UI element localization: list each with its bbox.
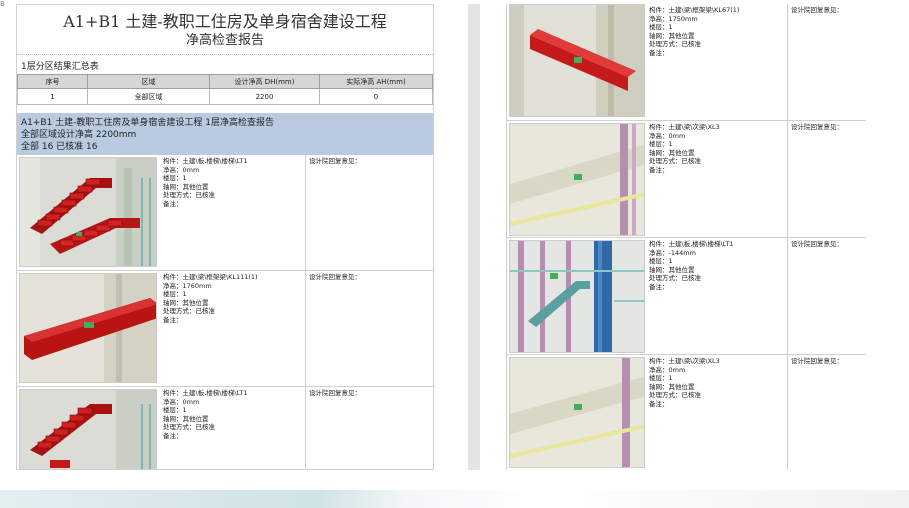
stair-thumbnail[interactable] — [19, 157, 157, 267]
item-method: 处理方式：已核准 — [649, 157, 701, 166]
design-reply: 设计院回复意见： — [791, 123, 843, 131]
column-divider — [305, 387, 306, 469]
item-floor: 楼层：1 — [163, 174, 187, 183]
item-remark: 备注： — [649, 48, 669, 57]
item-details: 构件：土建\梁\框架梁\KL111(1) 净高：1760mm 楼层：1 轴网：其… — [163, 273, 258, 325]
item-component: 构件：土建\板,楼梯\楼梯\LT1 — [649, 240, 734, 248]
item-floor: 楼层：1 — [163, 406, 187, 415]
column-header-region: 区域 — [87, 74, 210, 89]
beam-thumbnail[interactable] — [509, 4, 645, 117]
design-reply: 设计院回复意见： — [791, 357, 843, 365]
item-floor: 楼层：1 — [163, 290, 187, 299]
summary-header-row: 序号 区域 设计净高 DH(mm) 实际净高 AH(mm) — [17, 74, 433, 89]
item-details: 构件：土建\板,楼梯\楼梯\LT1 净高：0mm 楼层：1 轴网：其他位置 处理… — [163, 157, 247, 209]
secondary-beam-thumbnail[interactable] — [509, 123, 645, 236]
item-component: 构件：土建\梁\次梁\XL3 — [649, 123, 720, 131]
column-divider — [787, 4, 788, 120]
item-component: 构件：土建\梁\框架梁\KL67(1) — [649, 6, 740, 14]
design-reply: 设计院回复意见： — [309, 273, 361, 281]
cell-region: 全部区域 — [87, 88, 210, 105]
item-method: 处理方式：已核准 — [163, 307, 215, 316]
item-remark: 备注： — [163, 199, 183, 208]
list-item[interactable]: 构件：土建\板,楼梯\楼梯\LT1 净高：0mm 楼层：1 轴网：其他位置 处理… — [17, 387, 433, 469]
beam-thumbnail[interactable] — [19, 273, 157, 383]
bottom-decorative-strip — [0, 490, 909, 508]
section-count: 全部 16 已核准 16 — [21, 142, 98, 152]
report-title: A1+B1 土建-教职工住房及单身宿舍建设工程 — [63, 12, 387, 31]
item-height: 净高：0mm — [649, 365, 686, 374]
item-details: 构件：土建\梁\次梁\XL3 净高：0mm 楼层：1 轴网：其他位置 处理方式：… — [649, 123, 720, 175]
section-design-height: 全部区域设计净高 2200mm — [21, 130, 137, 140]
column-divider — [305, 155, 306, 270]
design-reply: 设计院回复意见： — [791, 6, 843, 14]
list-item[interactable]: 构件：土建\梁\框架梁\KL67(1) 净高：1750mm 楼层：1 轴网：其他… — [507, 4, 866, 121]
item-component: 构件：土建\板,楼梯\楼梯\LT1 — [163, 389, 248, 397]
design-reply: 设计院回复意见： — [791, 240, 843, 248]
list-item[interactable]: 构件：土建\板,楼梯\楼梯\LT1 净高：-144mm 楼层：1 轴网：其他位置… — [507, 238, 866, 355]
item-floor: 楼层：1 — [649, 23, 673, 32]
table-row: 1 全部区域 2200 0 — [17, 88, 433, 105]
summary-heading: 1层分区结果汇总表 — [21, 62, 99, 72]
design-reply: 设计院回复意见： — [309, 157, 361, 165]
item-height: 净高：-144mm — [649, 248, 696, 257]
page-gutter — [468, 4, 480, 470]
section-title: A1+B1 土建-教职工住房及单身宿舍建设工程 1层净高检查报告 — [21, 118, 275, 128]
item-component: 构件：土建\梁\次梁\XL3 — [649, 357, 720, 365]
item-details: 构件：土建\板,楼梯\楼梯\LT1 净高：0mm 楼层：1 轴网：其他位置 处理… — [163, 389, 247, 441]
corner-marker: B — [0, 0, 5, 8]
item-component: 构件：土建\梁\框架梁\KL111(1) — [163, 273, 258, 281]
cell-actual-height: 0 — [319, 88, 433, 105]
item-floor: 楼层：1 — [649, 257, 673, 266]
column-header-index: 序号 — [17, 74, 88, 89]
cell-design-height: 2200 — [209, 88, 320, 105]
column-header-design-height: 设计净高 DH(mm) — [209, 74, 320, 89]
list-item[interactable]: 构件：土建\梁\次梁\XL3 净高：0mm 楼层：1 轴网：其他位置 处理方式：… — [507, 121, 866, 238]
item-method: 处理方式：已核准 — [649, 391, 701, 400]
item-remark: 备注： — [649, 282, 669, 291]
secondary-beam-thumbnail[interactable] — [509, 357, 645, 468]
item-method: 处理方式：已核准 — [649, 274, 701, 283]
item-remark: 备注： — [649, 399, 669, 408]
item-method: 处理方式：已核准 — [649, 40, 701, 49]
item-details: 构件：土建\梁\框架梁\KL67(1) 净高：1750mm 楼层：1 轴网：其他… — [649, 6, 739, 58]
section-banner: A1+B1 土建-教职工住房及单身宿舍建设工程 1层净高检查报告 全部区域设计净… — [17, 113, 433, 155]
report-subtitle: 净高检查报告 — [185, 33, 264, 48]
item-remark: 备注： — [163, 315, 183, 324]
item-height: 净高：0mm — [163, 165, 200, 174]
cell-index: 1 — [17, 88, 88, 105]
item-details: 构件：土建\梁\次梁\XL3 净高：0mm 楼层：1 轴网：其他位置 处理方式：… — [649, 357, 720, 409]
column-divider — [305, 271, 306, 386]
column-divider — [787, 355, 788, 470]
design-reply: 设计院回复意见： — [309, 389, 361, 397]
item-remark: 备注： — [649, 165, 669, 174]
item-component: 构件：土建\板,楼梯\楼梯\LT1 — [163, 157, 248, 165]
item-method: 处理方式：已核准 — [163, 423, 215, 432]
list-item[interactable]: 构件：土建\梁\次梁\XL3 净高：0mm 楼层：1 轴网：其他位置 处理方式：… — [507, 355, 866, 470]
column-divider — [787, 121, 788, 237]
item-method: 处理方式：已核准 — [163, 191, 215, 200]
column-divider — [787, 238, 788, 354]
stair-thumbnail[interactable] — [509, 240, 645, 353]
item-remark: 备注： — [163, 431, 183, 440]
report-page-left: A1+B1 土建-教职工住房及单身宿舍建设工程 净高检查报告 1层分区结果汇总表… — [16, 4, 434, 470]
item-height: 净高：0mm — [163, 397, 200, 406]
item-details: 构件：土建\板,楼梯\楼梯\LT1 净高：-144mm 楼层：1 轴网：其他位置… — [649, 240, 733, 292]
report-page-right: 构件：土建\梁\框架梁\KL67(1) 净高：1750mm 楼层：1 轴网：其他… — [506, 4, 866, 470]
item-floor: 楼层：1 — [649, 140, 673, 149]
column-header-actual-height: 实际净高 AH(mm) — [319, 74, 433, 89]
item-floor: 楼层：1 — [649, 374, 673, 383]
summary-table: 序号 区域 设计净高 DH(mm) 实际净高 AH(mm) 1 全部区域 220… — [17, 74, 433, 105]
list-item[interactable]: 构件：土建\板,楼梯\楼梯\LT1 净高：0mm 楼层：1 轴网：其他位置 处理… — [17, 155, 433, 271]
list-item[interactable]: 构件：土建\梁\框架梁\KL111(1) 净高：1760mm 楼层：1 轴网：其… — [17, 271, 433, 387]
item-height: 净高：1760mm — [163, 281, 212, 290]
item-height: 净高：0mm — [649, 131, 686, 140]
item-height: 净高：1750mm — [649, 14, 698, 23]
stair-thumbnail[interactable] — [19, 389, 157, 469]
